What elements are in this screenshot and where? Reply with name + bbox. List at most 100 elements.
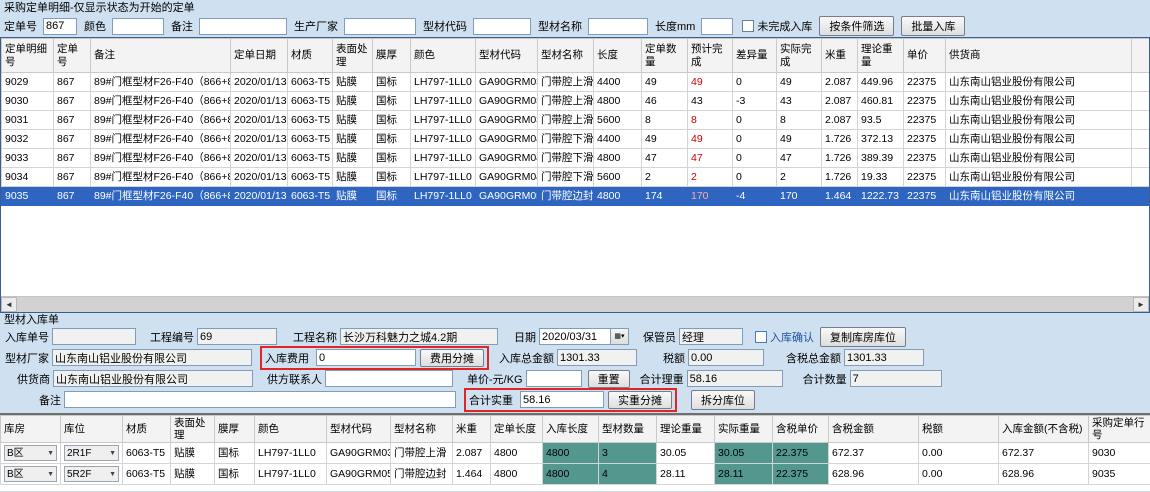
column-header[interactable]: 实际重量	[715, 416, 773, 443]
table-row[interactable]: 903286789#门框型材F26-F40（866+867）2020/01/13…	[2, 130, 1150, 149]
fee-allocate-button[interactable]: 费用分摊	[420, 349, 484, 367]
column-header[interactable]: 型材名称	[538, 39, 594, 73]
column-header[interactable]: 入库长度	[543, 416, 599, 443]
column-header[interactable]: 型材代码	[476, 39, 538, 73]
location-select[interactable]: 2R1F▼	[64, 445, 119, 461]
filter-by-condition-button[interactable]: 按条件筛选	[819, 16, 894, 36]
column-header[interactable]: 差异量	[733, 39, 777, 73]
table-row[interactable]: 903586789#门框型材F26-F40（866+867）2020/01/13…	[2, 187, 1150, 206]
fee-input[interactable]	[316, 349, 416, 366]
column-header[interactable]: 预计完成	[688, 39, 733, 73]
cell: 8	[777, 111, 822, 130]
cell: GA90GRM05	[476, 187, 538, 206]
filter-input-remark[interactable]	[199, 18, 287, 35]
column-header[interactable]: 含税单价	[773, 416, 829, 443]
actual-weight-allocate-button[interactable]: 实重分摊	[608, 391, 672, 409]
total-actual-input[interactable]	[520, 391, 604, 408]
cell: 0.00	[919, 464, 999, 485]
table-row[interactable]: 903386789#门框型材F26-F40（866+867）2020/01/13…	[2, 149, 1150, 168]
column-header[interactable]: 备注	[91, 39, 231, 73]
column-header[interactable]: 库房	[1, 416, 61, 443]
column-header[interactable]: 实际完成	[777, 39, 822, 73]
calendar-dropdown-icon[interactable]: ▦▾	[611, 328, 629, 345]
table-row[interactable]: 902986789#门框型材F26-F40（866+867）2020/01/13…	[2, 73, 1150, 92]
column-header[interactable]: 材质	[123, 416, 171, 443]
column-header[interactable]: 单价	[904, 39, 946, 73]
table-row[interactable]: 903486789#门框型材F26-F40（866+867）2020/01/13…	[2, 168, 1150, 187]
column-header[interactable]: 定单数量	[642, 39, 688, 73]
supplier-input[interactable]	[53, 370, 253, 387]
column-header[interactable]: 定单日期	[231, 39, 288, 73]
column-header[interactable]: 库位	[61, 416, 123, 443]
table-row[interactable]: 903086789#门框型材F26-F40（866+867）2020/01/13…	[2, 92, 1150, 111]
unit-price-input[interactable]	[526, 370, 582, 387]
column-header[interactable]: 表面处理	[171, 416, 215, 443]
factory-input[interactable]	[52, 349, 252, 366]
column-header[interactable]: 税额	[919, 416, 999, 443]
total-qty-input[interactable]	[850, 370, 942, 387]
reset-button[interactable]: 重置	[588, 370, 630, 388]
tax-label: 税额	[663, 350, 685, 366]
split-location-button[interactable]: 拆分库位	[691, 390, 755, 410]
column-header[interactable]: 入库金额(不含税)	[999, 416, 1089, 443]
filter-input-profile-name[interactable]	[588, 18, 648, 35]
table-row[interactable]: B区▼2R1F▼6063-T5贴膜国标LH797-1LL0GA90GRM03门带…	[1, 443, 1150, 464]
filter-input-manufacturer[interactable]	[344, 18, 416, 35]
date-input[interactable]	[539, 328, 611, 345]
remark-input[interactable]	[64, 391, 456, 408]
column-header[interactable]: 米重	[822, 39, 858, 73]
proj-name-input[interactable]	[340, 328, 498, 345]
column-header[interactable]: 颜色	[255, 416, 327, 443]
total-with-tax-input[interactable]	[844, 349, 924, 366]
proj-no-input[interactable]	[197, 328, 277, 345]
location-select[interactable]: 5R2F▼	[64, 466, 119, 482]
filter-input-length[interactable]	[701, 18, 733, 35]
column-header[interactable]	[1132, 39, 1150, 73]
column-header[interactable]: 型材数量	[599, 416, 657, 443]
batch-inbound-button[interactable]: 批量入库	[901, 16, 965, 36]
table-row[interactable]: 903186789#门框型材F26-F40（866+867）2020/01/13…	[2, 111, 1150, 130]
column-header[interactable]: 膜厚	[373, 39, 411, 73]
filter-input-color[interactable]	[112, 18, 164, 35]
scroll-left-icon[interactable]: ◄	[1, 297, 17, 312]
column-header[interactable]: 长度	[594, 39, 642, 73]
scrollbar-thumb[interactable]	[17, 297, 1133, 312]
cell: 4800	[543, 443, 599, 464]
ruku-no-input[interactable]	[52, 328, 136, 345]
horizontal-scrollbar[interactable]: ◄ ►	[1, 296, 1149, 312]
scroll-right-icon[interactable]: ►	[1133, 297, 1149, 312]
column-header[interactable]: 米重	[453, 416, 491, 443]
filter-input-profile-code[interactable]	[473, 18, 531, 35]
filter-input-order-no[interactable]	[43, 18, 77, 35]
column-header[interactable]: 采购定单行号	[1089, 416, 1150, 443]
column-header[interactable]: 定单明细号	[2, 39, 54, 73]
column-header[interactable]: 颜色	[411, 39, 476, 73]
cell: 门带腔上滑	[538, 92, 594, 111]
unfinished-checkbox[interactable]	[742, 20, 754, 32]
cell: 867	[54, 111, 91, 130]
copy-warehouse-location-button[interactable]: 复制库房库位	[820, 327, 906, 347]
total-amount-label: 入库总金额	[499, 350, 554, 366]
warehouse-select[interactable]: B区▼	[4, 466, 57, 482]
inbound-confirm-checkbox[interactable]	[755, 331, 767, 343]
column-header[interactable]: 供货商	[946, 39, 1132, 73]
column-header[interactable]: 型材名称	[391, 416, 453, 443]
column-header[interactable]: 含税金额	[829, 416, 919, 443]
table-row[interactable]: B区▼5R2F▼6063-T5贴膜国标LH797-1LL0GA90GRM05门带…	[1, 464, 1150, 485]
warehouse-select[interactable]: B区▼	[4, 445, 57, 461]
cell: 6063-T5	[123, 464, 171, 485]
keeper-input[interactable]	[679, 328, 743, 345]
total-theory-input[interactable]	[687, 370, 783, 387]
form-row-3: 供货商 供方联系人 单价-元/KG 重置 合计理重 合计数量	[0, 368, 1150, 389]
column-header[interactable]: 理论重量	[858, 39, 904, 73]
column-header[interactable]: 膜厚	[215, 416, 255, 443]
column-header[interactable]: 表面处理	[333, 39, 373, 73]
column-header[interactable]: 定单号	[54, 39, 91, 73]
total-amount-input[interactable]	[557, 349, 637, 366]
column-header[interactable]: 理论重量	[657, 416, 715, 443]
column-header[interactable]: 定单长度	[491, 416, 543, 443]
column-header[interactable]: 型材代码	[327, 416, 391, 443]
tax-input[interactable]	[688, 349, 764, 366]
contact-input[interactable]	[325, 370, 453, 387]
column-header[interactable]: 材质	[288, 39, 333, 73]
